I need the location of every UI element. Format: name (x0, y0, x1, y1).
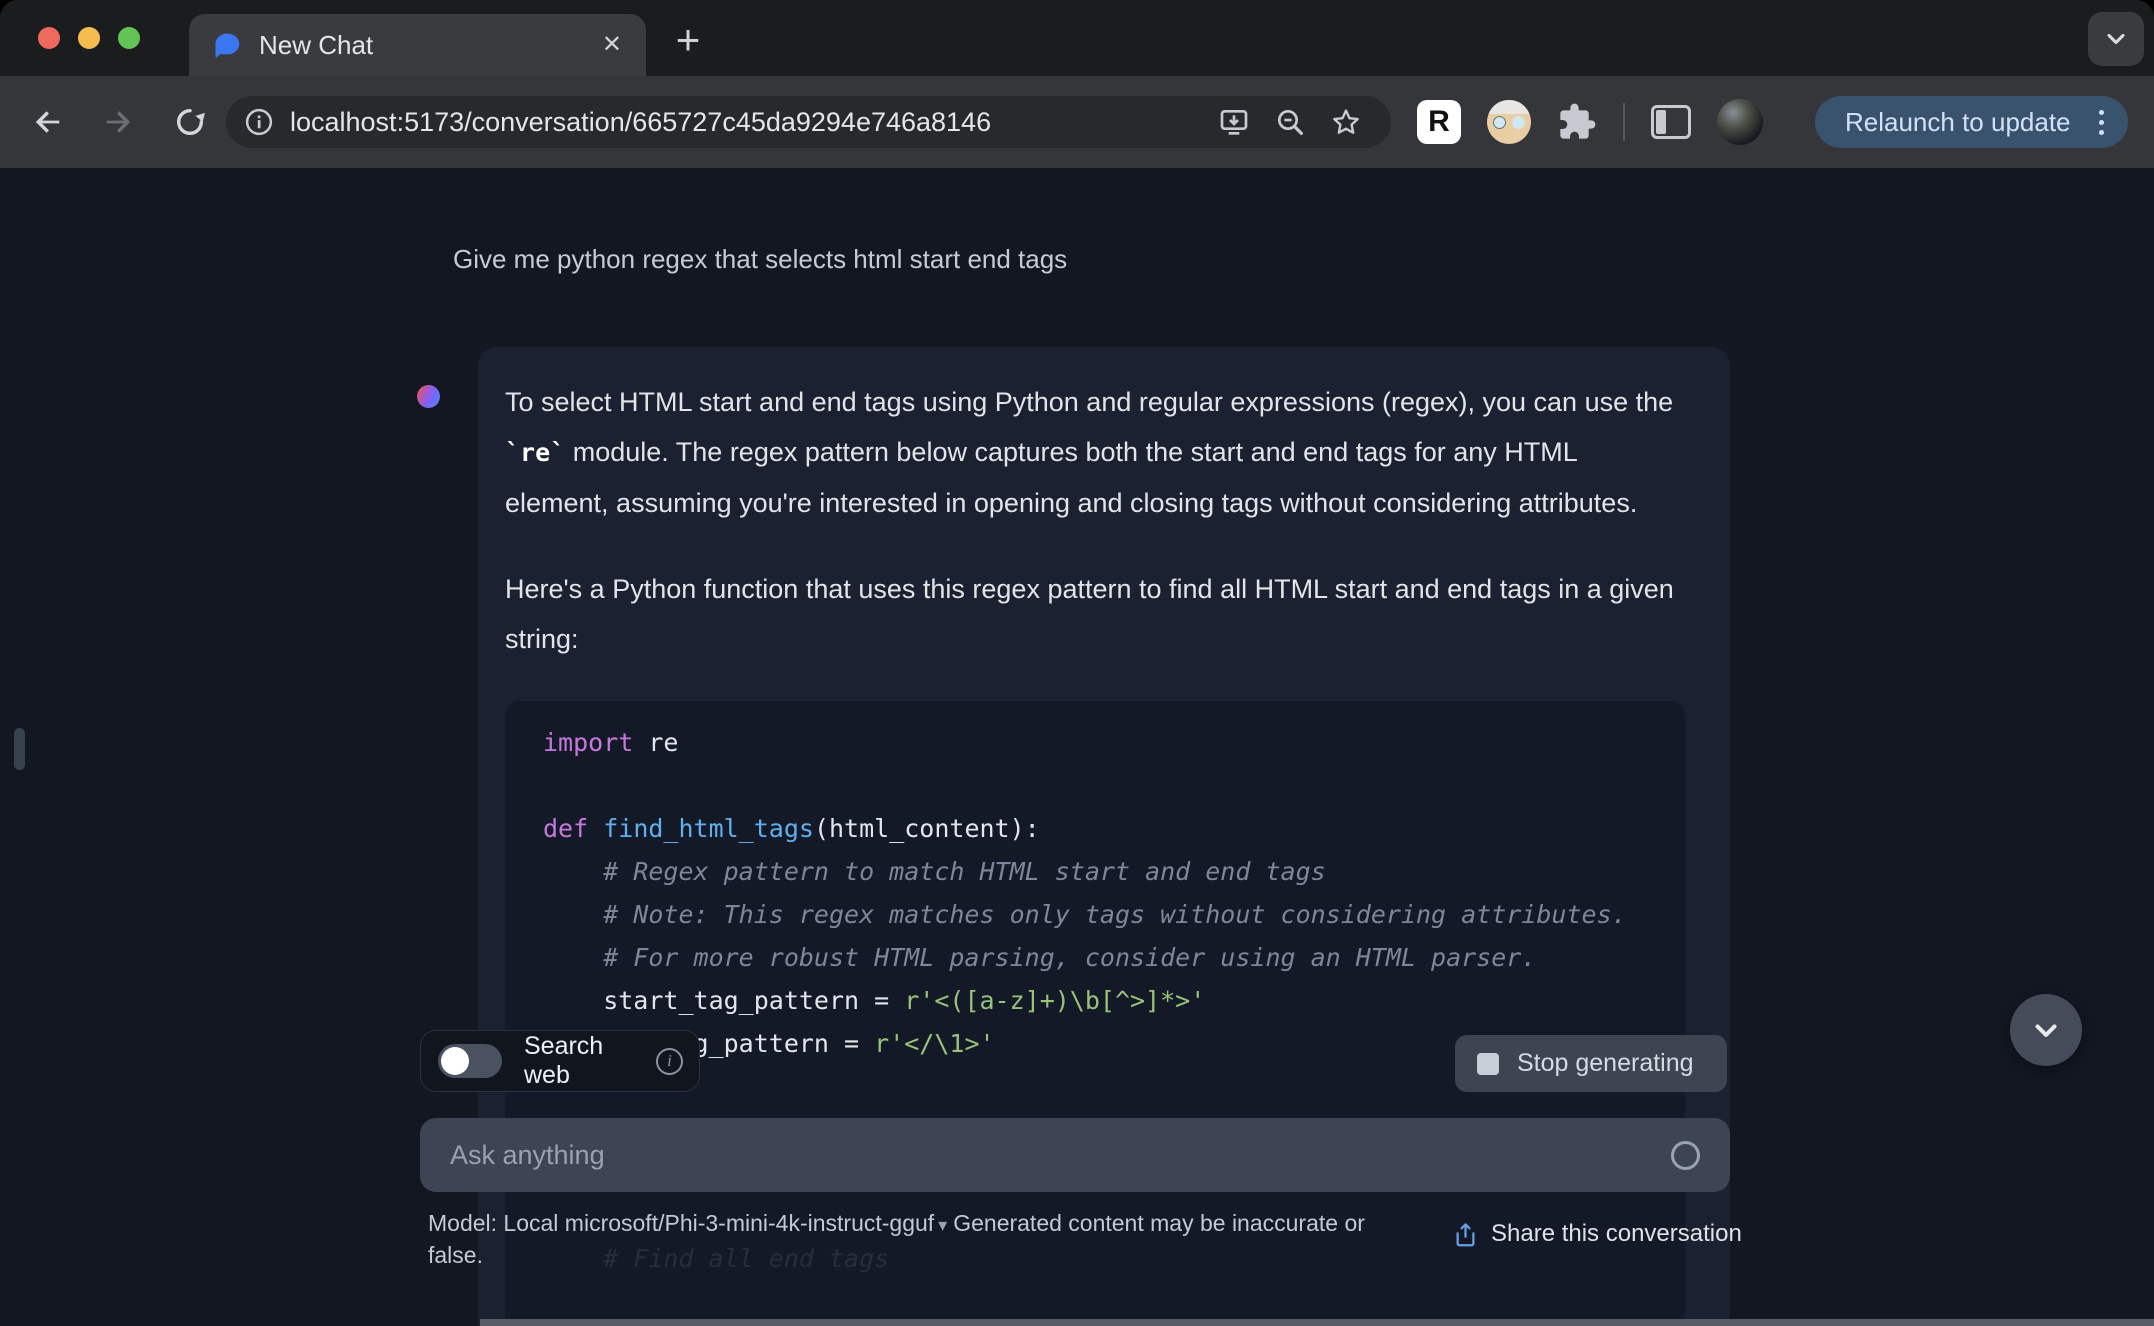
assistant-avatar (417, 385, 440, 408)
relaunch-to-update-button[interactable]: Relaunch to update (1815, 96, 2128, 148)
share-label: Share this conversation (1491, 1220, 1742, 1247)
chevron-down-icon (2107, 33, 2125, 45)
toggle-knob (441, 1047, 469, 1075)
new-tab-button[interactable]: + (660, 12, 716, 68)
model-selector-chevron-icon[interactable]: ▾ (938, 1210, 947, 1240)
tab-title: New Chat (259, 29, 374, 60)
install-app-icon[interactable] (1215, 100, 1253, 144)
side-panel-icon[interactable] (1651, 105, 1691, 139)
relaunch-label: Relaunch to update (1845, 106, 2071, 137)
model-label: Model: Local microsoft/Phi-3-mini-4k-ins… (428, 1210, 935, 1236)
bookmark-star-icon[interactable] (1327, 100, 1365, 144)
extensions-puzzle-icon[interactable] (1557, 102, 1597, 142)
scroll-to-bottom-button[interactable] (2010, 994, 2082, 1066)
message-input-container (420, 1118, 1730, 1192)
bottom-edge-bar (480, 1319, 2154, 1326)
share-icon (1456, 1222, 1475, 1246)
url-bar[interactable]: localhost:5173/conversation/665727c45da9… (226, 96, 1391, 148)
message-input[interactable] (450, 1139, 1671, 1171)
emoji-hair (1487, 100, 1531, 114)
chat-bubble-favicon (215, 33, 240, 58)
browser-window: New Chat ✕ + localhost:5173/conversation… (0, 0, 2154, 1326)
tab-close-icon[interactable]: ✕ (602, 33, 622, 57)
site-info-icon[interactable] (244, 107, 274, 137)
assistant-paragraph-2: Here's a Python function that uses this … (505, 574, 1674, 654)
info-icon[interactable]: i (656, 1047, 683, 1075)
emoji-glasses (1493, 116, 1506, 129)
assistant-paragraph-1: To select HTML start and end tags using … (505, 387, 1674, 518)
search-web-label: Search web (524, 1032, 604, 1089)
inline-code-re: `re` (505, 438, 566, 467)
stop-generating-button[interactable]: Stop generating (1455, 1035, 1727, 1092)
loading-spinner-icon (1671, 1140, 1700, 1170)
traffic-lights (38, 27, 140, 49)
share-conversation-link[interactable]: Share this conversation (1452, 1220, 1742, 1248)
browser-tab[interactable]: New Chat ✕ (189, 14, 646, 76)
close-window-button[interactable] (38, 27, 60, 49)
search-web-toggle[interactable] (438, 1044, 502, 1078)
tab-strip: New Chat ✕ + (0, 0, 2154, 76)
chevron-down-icon (2035, 1024, 2057, 1037)
stop-icon (1477, 1052, 1499, 1075)
search-web-control: Search web i (420, 1030, 700, 1092)
tab-search-button[interactable] (2088, 12, 2144, 66)
browser-menu-icon[interactable] (2091, 109, 2112, 135)
toolbar-separator (1623, 103, 1625, 141)
zoom-indicator-icon[interactable] (1271, 100, 1309, 144)
model-footer: Model: Local microsoft/Phi-3-mini-4k-ins… (428, 1208, 1418, 1270)
forward-button[interactable] (96, 100, 140, 144)
minimize-window-button[interactable] (78, 27, 100, 49)
sidebar-expand-handle[interactable] (14, 728, 25, 770)
zoom-window-button[interactable] (118, 27, 140, 49)
extensions-zone: R Relaunch to update (1417, 96, 2128, 148)
avatar-emoji-extension-icon[interactable] (1487, 100, 1531, 144)
back-button[interactable] (26, 100, 70, 144)
profile-avatar[interactable] (1717, 99, 1763, 145)
url-text[interactable]: localhost:5173/conversation/665727c45da9… (290, 107, 1197, 138)
chat-page: Give me python regex that selects html s… (0, 168, 2154, 1326)
browser-toolbar: localhost:5173/conversation/665727c45da9… (0, 76, 2154, 168)
reload-button[interactable] (168, 100, 212, 144)
stop-generating-label: Stop generating (1517, 1049, 1694, 1077)
user-message: Give me python regex that selects html s… (453, 244, 1068, 274)
r-extension-icon[interactable]: R (1417, 100, 1461, 144)
